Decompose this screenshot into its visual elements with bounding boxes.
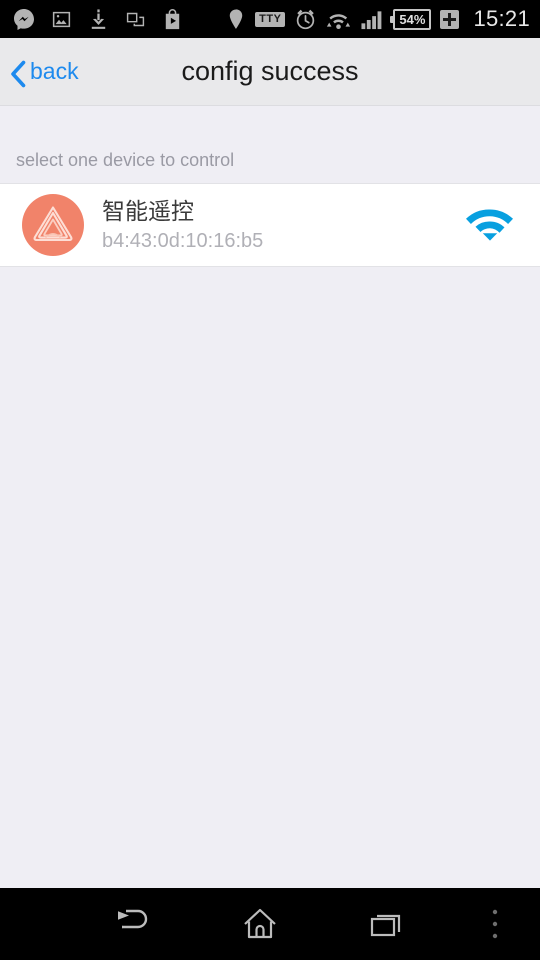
- system-nav-bar: [0, 888, 540, 960]
- battery-icon: 54%: [390, 8, 432, 30]
- nav-recents-button[interactable]: [323, 888, 450, 960]
- status-bar-clock: 15:21: [473, 6, 530, 31]
- tty-icon: TTY: [255, 11, 286, 27]
- nav-home-button[interactable]: [197, 888, 324, 960]
- nav-menu-button[interactable]: [450, 888, 540, 960]
- nav-back-button[interactable]: [70, 888, 197, 960]
- nav-home-icon: [244, 908, 276, 939]
- location-pin-icon: [226, 8, 246, 31]
- photo-icon: [50, 8, 73, 31]
- section-hint: select one device to control: [16, 150, 235, 170]
- status-bar: TTY 54% 15:21: [0, 0, 540, 38]
- nav-back-icon: [118, 909, 148, 929]
- back-button-label: back: [30, 58, 79, 84]
- device-name: 智能遥控: [102, 198, 194, 225]
- signal-bars-icon: [360, 8, 384, 31]
- battery-percent-label: 54%: [399, 11, 426, 27]
- messenger-icon: [12, 7, 36, 31]
- device-list: 智能遥控 b4:43:0d:10:16:b5: [0, 183, 540, 267]
- device-mac-address: b4:43:0d:10:16:b5: [102, 229, 264, 252]
- nav-recents-icon: [370, 914, 400, 937]
- device-avatar: [22, 194, 84, 256]
- back-button[interactable]: back: [0, 38, 93, 105]
- play-store-icon: [161, 8, 184, 31]
- main-content: select one device to control 智能遥控 b4:43:…: [0, 106, 540, 888]
- status-bar-system: TTY 54% 15:21: [226, 6, 530, 32]
- screenshot-icon: [124, 8, 147, 31]
- chevron-left-icon: [10, 60, 26, 87]
- status-bar-notifications: [12, 7, 184, 31]
- phone-screen: TTY 54% 15:21 back config success select…: [0, 0, 540, 960]
- download-icon: [87, 8, 110, 31]
- charging-plus-icon: [440, 9, 460, 29]
- device-info: 智能遥控 b4:43:0d:10:16:b5: [102, 198, 452, 253]
- alarm-clock-icon: [294, 8, 317, 31]
- app-header: back config success: [0, 38, 540, 106]
- device-list-item[interactable]: 智能遥控 b4:43:0d:10:16:b5: [0, 184, 540, 266]
- wifi-status-icon: [462, 203, 518, 247]
- nav-overflow-menu-icon: [492, 909, 498, 939]
- triangle-logo-icon: [33, 206, 73, 242]
- wifi-transfer-icon: [326, 8, 351, 31]
